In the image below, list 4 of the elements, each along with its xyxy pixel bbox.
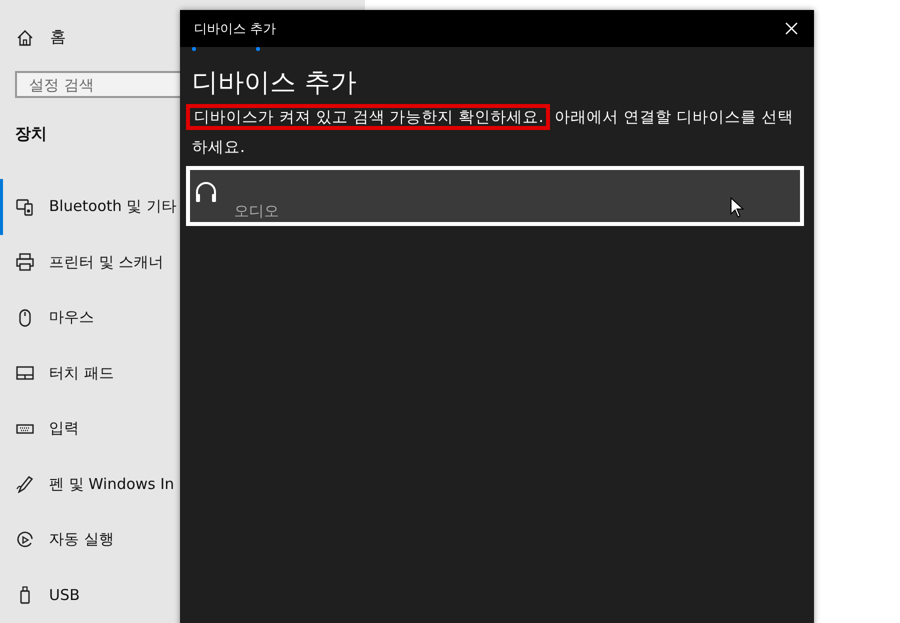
dialog-heading: 디바이스 추가 — [192, 67, 358, 100]
section-title: 장치 — [15, 124, 48, 145]
window-title: 디바이스 추가 — [194, 20, 276, 38]
instruction-text: 디바이스가 켜져 있고 검색 가능한지 확인하세요. 아래에서 연결할 디바이스를 선택하세요. — [186, 102, 804, 162]
